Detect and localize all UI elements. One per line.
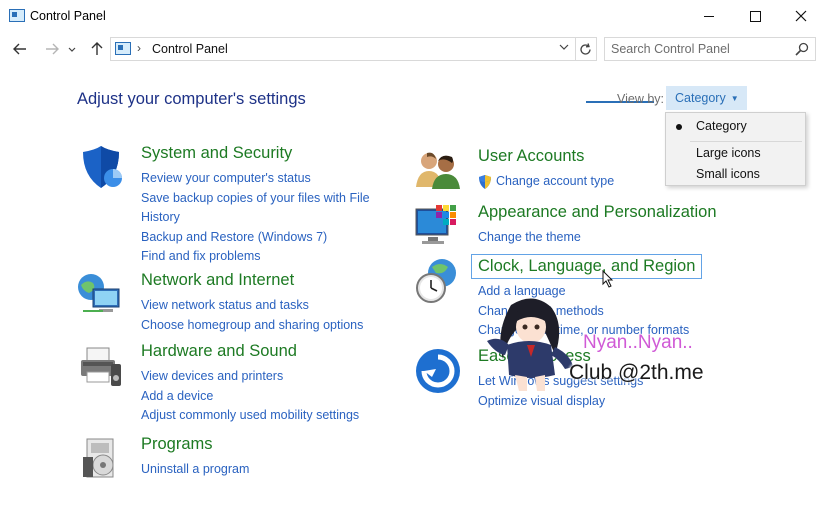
- users-icon: [416, 152, 460, 189]
- search-input[interactable]: [605, 38, 791, 60]
- watermark-line-1: Nyan..Nyan..: [583, 332, 693, 353]
- address-bar[interactable]: › Control Panel: [110, 37, 576, 61]
- control-panel-icon: [115, 42, 131, 55]
- category-links: View network status and tasks Choose hom…: [141, 296, 363, 335]
- search-box[interactable]: [604, 37, 816, 61]
- view-by-value: Category: [675, 91, 726, 105]
- chevron-down-icon: [559, 44, 569, 50]
- menu-item-category[interactable]: Category: [696, 119, 747, 133]
- watermark-line-2: Club @2th.me: [569, 361, 704, 384]
- view-by-dropdown[interactable]: Category ▼: [666, 86, 747, 110]
- up-button[interactable]: [86, 38, 108, 60]
- maximize-button[interactable]: [732, 0, 778, 32]
- refresh-icon: [580, 42, 591, 55]
- link-review-status[interactable]: Review your computer's status: [141, 169, 370, 189]
- recent-locations-button[interactable]: [65, 38, 79, 60]
- monitor-colors-icon: [415, 205, 456, 244]
- category-title[interactable]: User Accounts: [478, 147, 584, 166]
- category-title[interactable]: Network and Internet: [141, 271, 294, 290]
- link-devices-printers[interactable]: View devices and printers: [141, 367, 359, 387]
- refresh-button[interactable]: [575, 37, 597, 61]
- category-links: Change the theme: [478, 228, 581, 248]
- close-button[interactable]: [778, 0, 824, 32]
- watermark-overlay: Nyan..Nyan.. Club @2th.me: [475, 295, 735, 395]
- link-homegroup[interactable]: Choose homegroup and sharing options: [141, 316, 363, 336]
- up-arrow-icon: [91, 42, 103, 55]
- anime-girl-image: [487, 298, 573, 391]
- printer-icon: [81, 347, 121, 386]
- category-title[interactable]: Hardware and Sound: [141, 342, 297, 361]
- link-backup-restore[interactable]: Backup and Restore (Windows 7): [141, 228, 370, 248]
- chevron-down-icon: [68, 47, 76, 52]
- window-title: Control Panel: [30, 9, 106, 23]
- clock-globe-icon: [416, 259, 456, 303]
- link-change-theme[interactable]: Change the theme: [478, 228, 581, 248]
- link-mobility-settings[interactable]: Adjust commonly used mobility settings: [141, 406, 359, 426]
- title-bar: Control Panel: [0, 0, 826, 32]
- link-find-fix-problems[interactable]: Find and fix problems: [141, 247, 370, 267]
- address-dropdown-button[interactable]: [559, 41, 569, 53]
- category-title[interactable]: Programs: [141, 435, 213, 454]
- ease-of-access-icon: [416, 349, 460, 393]
- link-change-account-type[interactable]: Change account type: [478, 172, 614, 192]
- minimize-icon: [704, 15, 714, 17]
- back-button[interactable]: [9, 38, 31, 60]
- breadcrumb-control-panel[interactable]: Control Panel: [152, 42, 228, 56]
- forward-button[interactable]: [41, 38, 63, 60]
- back-arrow-icon: [13, 43, 26, 55]
- view-by-label: View by:: [617, 92, 665, 106]
- forward-arrow-icon: [46, 43, 59, 55]
- category-links: Change account type: [478, 172, 614, 192]
- category-links: Uninstall a program: [141, 460, 249, 480]
- programs-icon: [83, 438, 114, 478]
- category-title[interactable]: System and Security: [141, 144, 292, 163]
- maximize-icon: [749, 10, 761, 22]
- menu-item-small-icons[interactable]: Small icons: [696, 167, 760, 181]
- view-by-menu: Category Large icons Small icons: [665, 112, 806, 186]
- search-icon[interactable]: [795, 42, 809, 56]
- category-links: Review your computer's status Save backu…: [141, 169, 370, 267]
- link-add-device[interactable]: Add a device: [141, 387, 359, 407]
- minimize-button[interactable]: [686, 0, 732, 32]
- caret-down-icon: ▼: [730, 93, 739, 103]
- page-title: Adjust your computer's settings: [77, 90, 306, 108]
- category-title[interactable]: Appearance and Personalization: [478, 203, 717, 222]
- category-title[interactable]: Clock, Language, and Region: [471, 254, 703, 279]
- navigation-bar: › Control Panel: [0, 34, 826, 64]
- uac-shield-icon: [479, 174, 491, 189]
- close-icon: [795, 10, 807, 22]
- breadcrumb-separator-icon[interactable]: ›: [137, 41, 141, 55]
- mouse-cursor-icon: [602, 270, 614, 288]
- link-uninstall-program[interactable]: Uninstall a program: [141, 460, 249, 480]
- category-links: View devices and printers Add a device A…: [141, 367, 359, 426]
- selected-bullet-icon: [676, 124, 682, 130]
- network-globe-icon: [78, 274, 120, 312]
- link-file-history[interactable]: Save backup copies of your files with Fi…: [141, 189, 370, 209]
- link-network-status[interactable]: View network status and tasks: [141, 296, 363, 316]
- menu-item-large-icons[interactable]: Large icons: [696, 146, 761, 160]
- menu-divider: [690, 141, 802, 142]
- link-file-history-cont[interactable]: History: [141, 208, 370, 228]
- shield-icon: [83, 146, 122, 188]
- control-panel-icon: [9, 9, 25, 22]
- link-text: Change account type: [496, 174, 615, 188]
